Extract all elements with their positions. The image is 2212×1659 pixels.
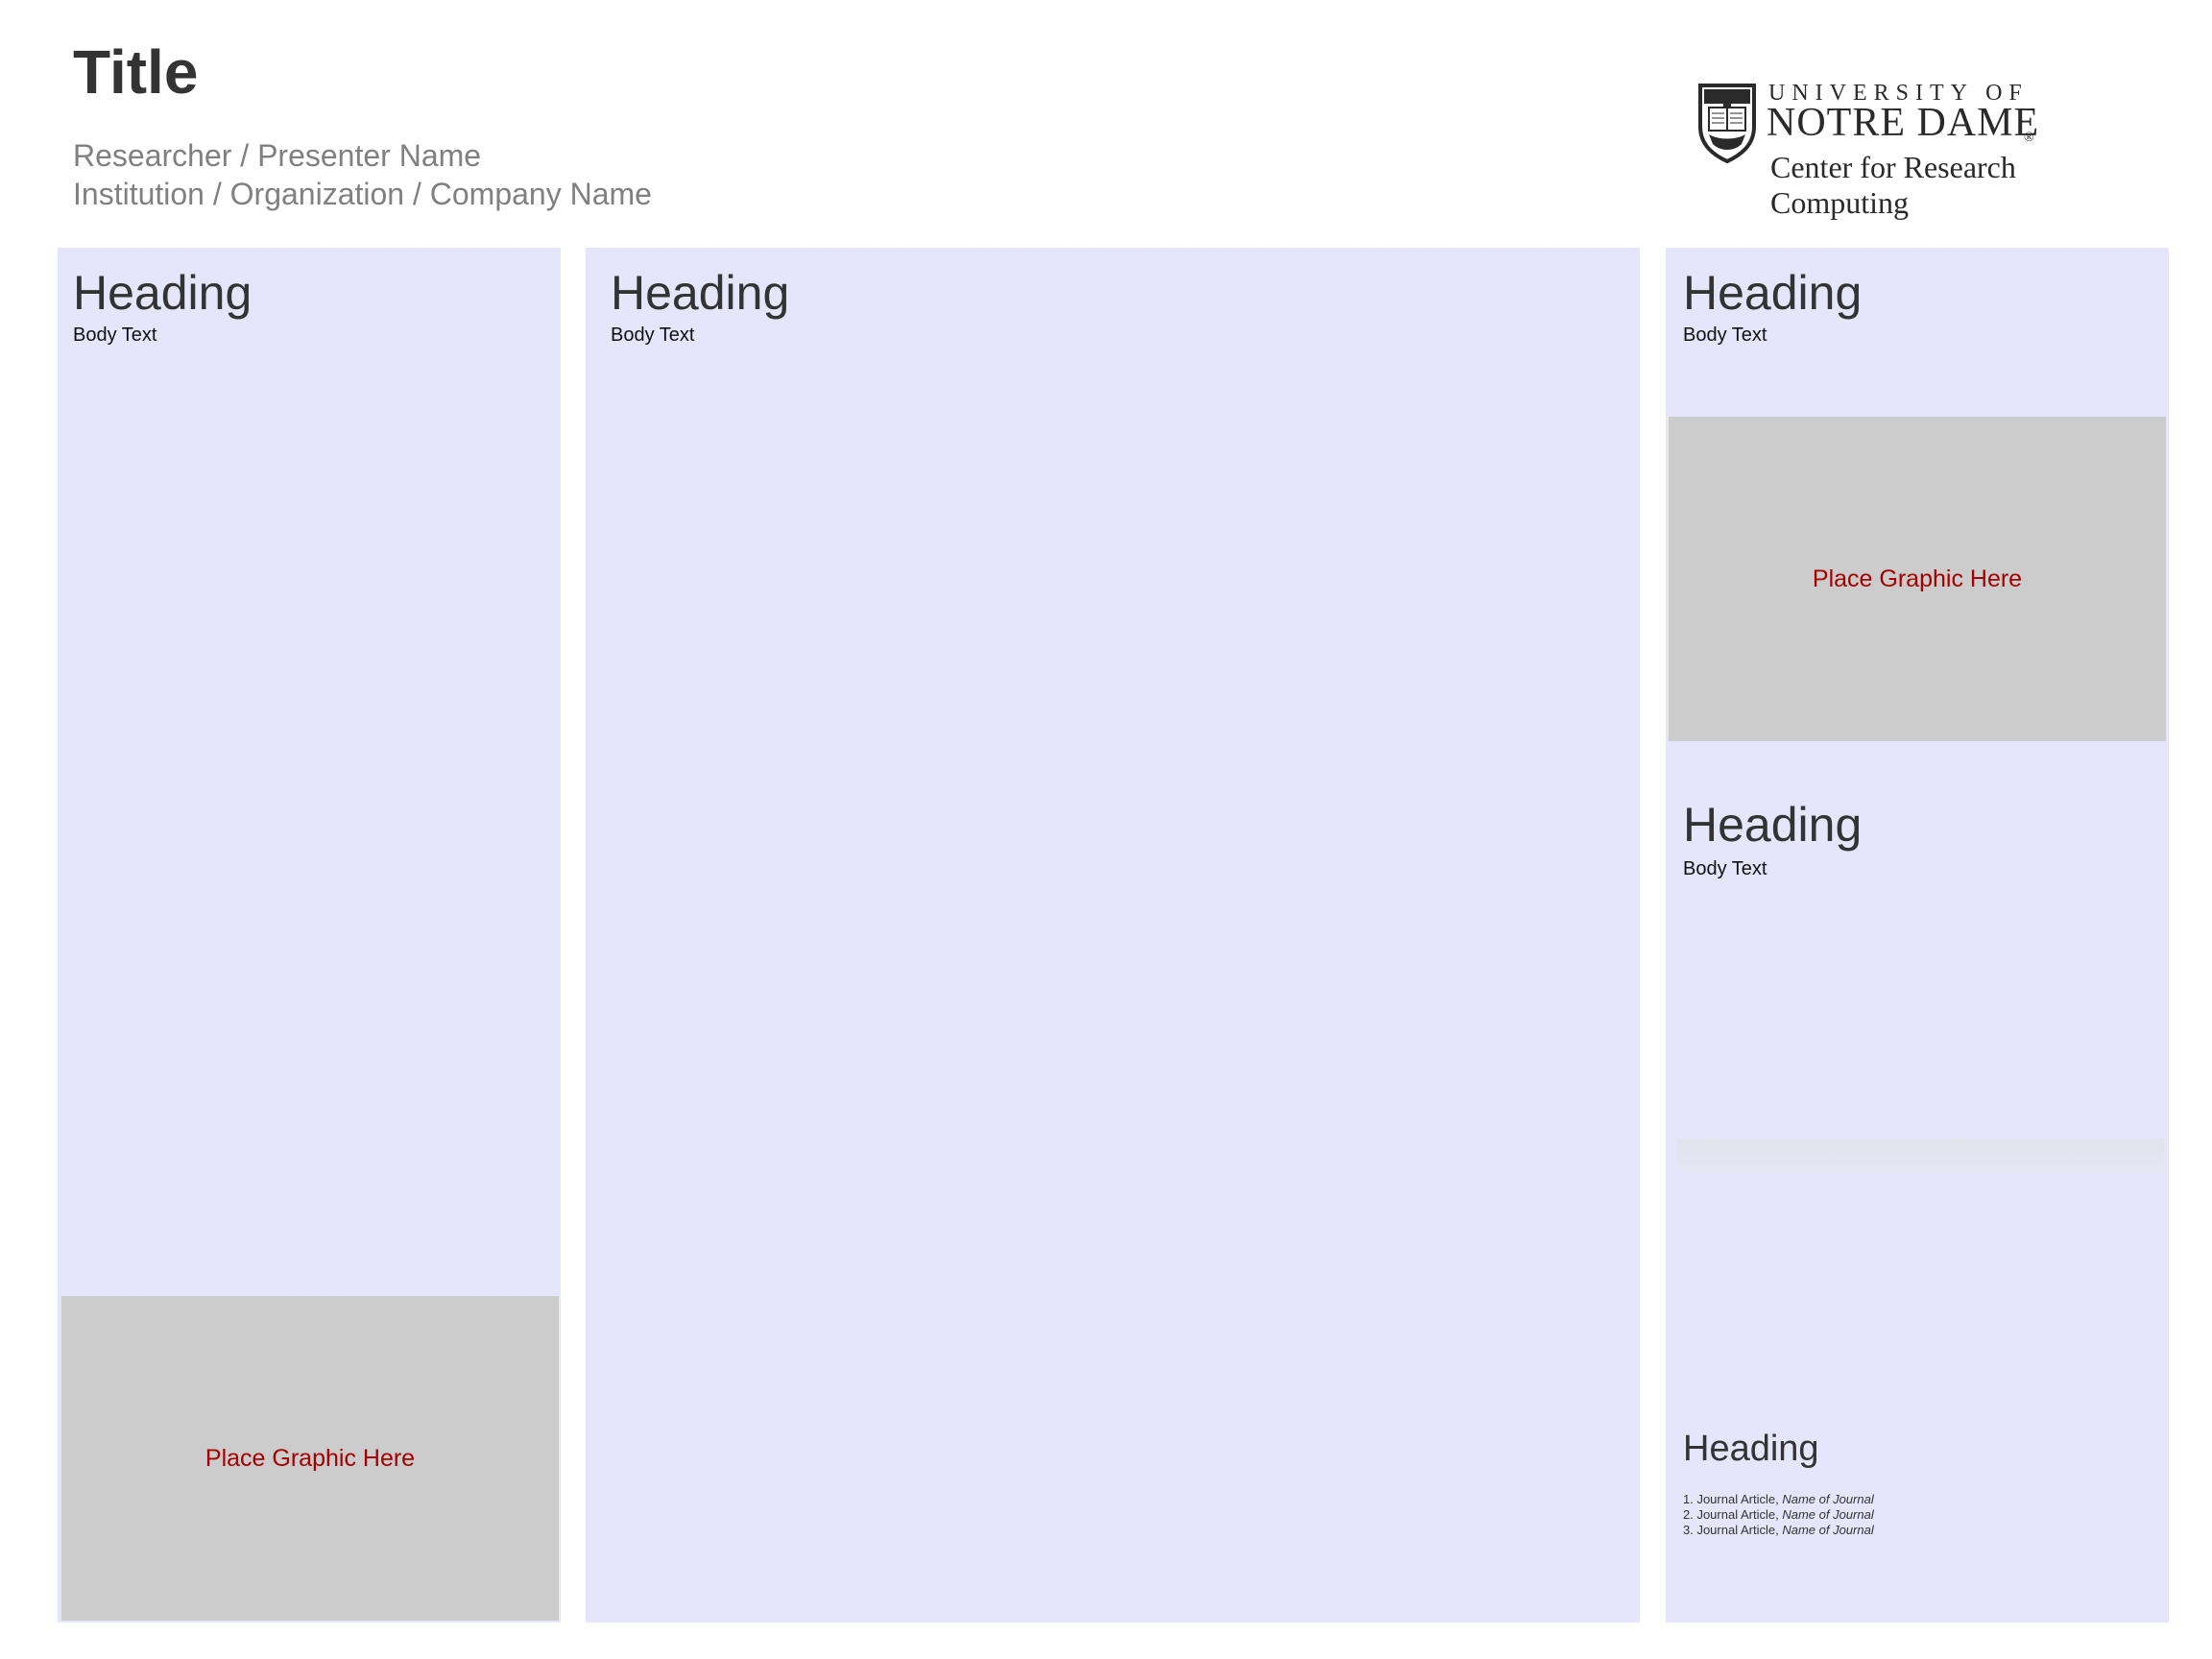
shield-icon [1698, 84, 1756, 163]
right-body-text-2: Body Text [1683, 858, 1767, 879]
references-heading: Heading [1683, 1429, 1819, 1469]
logo-registered-mark: ® [2024, 131, 2034, 145]
university-logo: UNIVERSITY OF NOTRE DAME ® Center for Re… [1697, 81, 2158, 220]
right-heading-1: Heading [1683, 266, 1863, 320]
middle-heading: Heading [611, 266, 790, 320]
reference-item: 3. Journal Article, Name of Journal [1683, 1523, 1874, 1537]
middle-body-text: Body Text [611, 325, 695, 346]
left-column-panel: Heading Body Text Place Graphic Here [58, 248, 561, 1623]
logo-notre-dame: NOTRE DAME [1767, 101, 2040, 145]
right-graphic-label: Place Graphic Here [1812, 565, 2023, 592]
reference-item: 1. Journal Article, Name of Journal [1683, 1492, 1874, 1506]
logo-center-name: Center for Research Computing [1770, 150, 2016, 220]
section-divider [1677, 1139, 2165, 1173]
left-heading: Heading [73, 266, 252, 320]
right-graphic-placeholder[interactable]: Place Graphic Here [1669, 417, 2166, 741]
left-body-text: Body Text [73, 325, 157, 346]
institution-name: Institution / Organization / Company Nam… [73, 177, 652, 211]
right-body-text-1: Body Text [1683, 325, 1767, 346]
poster-title: Title [73, 37, 199, 107]
presenter-name: Researcher / Presenter Name [73, 138, 482, 173]
references-list: 1. Journal Article, Name of Journal 2. J… [1683, 1492, 1874, 1538]
right-heading-2: Heading [1683, 798, 1863, 852]
right-column-panel: Heading Body Text Place Graphic Here Hea… [1666, 248, 2169, 1623]
middle-column-panel: Heading Body Text [586, 248, 1640, 1623]
reference-item: 2. Journal Article, Name of Journal [1683, 1507, 1874, 1522]
left-graphic-label: Place Graphic Here [204, 1444, 416, 1472]
left-graphic-placeholder[interactable]: Place Graphic Here [61, 1296, 559, 1621]
